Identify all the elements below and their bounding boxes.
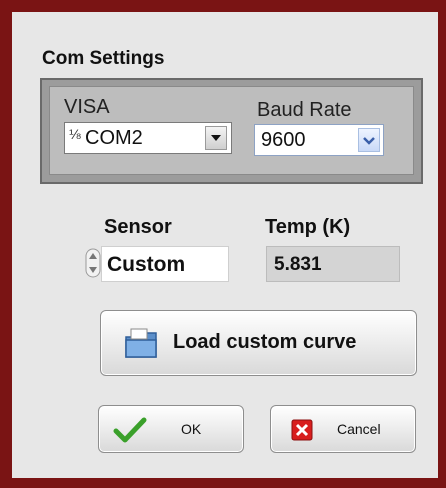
- com-settings-heading: Com Settings: [42, 48, 165, 69]
- sensor-ring-stepper[interactable]: [85, 248, 101, 278]
- sensor-type-field[interactable]: Custom: [101, 246, 229, 282]
- temperature-label: Temp (K): [265, 216, 351, 238]
- ok-label: OK: [181, 421, 202, 437]
- ok-button[interactable]: OK: [98, 405, 244, 453]
- load-custom-curve-label: Load custom curve: [173, 331, 357, 353]
- close-icon: [291, 419, 313, 441]
- cancel-button[interactable]: Cancel: [270, 405, 416, 453]
- sensor-type-value: Custom: [107, 253, 186, 276]
- visa-resource-value: COM2: [85, 127, 143, 149]
- temperature-indicator: 5.831: [266, 246, 400, 282]
- visa-resource-combo[interactable]: ⅛ COM2: [64, 122, 232, 154]
- folder-icon: [123, 327, 159, 361]
- sensor-label: Sensor: [104, 216, 172, 238]
- chevron-down-icon: [363, 137, 375, 145]
- baud-rate-label: Baud Rate: [257, 99, 352, 121]
- chevron-down-icon: [211, 135, 221, 141]
- cancel-label: Cancel: [337, 421, 381, 437]
- load-custom-curve-button[interactable]: Load custom curve: [100, 310, 417, 376]
- increment-decrement-icon: [85, 248, 101, 278]
- baud-rate-dropdown-button[interactable]: [358, 128, 380, 152]
- baud-rate-select[interactable]: 9600: [254, 124, 384, 156]
- checkmark-icon: [113, 416, 147, 444]
- visa-resource-icon: ⅛: [69, 126, 81, 142]
- visa-dropdown-button[interactable]: [205, 126, 227, 150]
- baud-rate-value: 9600: [261, 129, 306, 151]
- temperature-value: 5.831: [274, 254, 322, 275]
- visa-label: VISA: [64, 96, 110, 118]
